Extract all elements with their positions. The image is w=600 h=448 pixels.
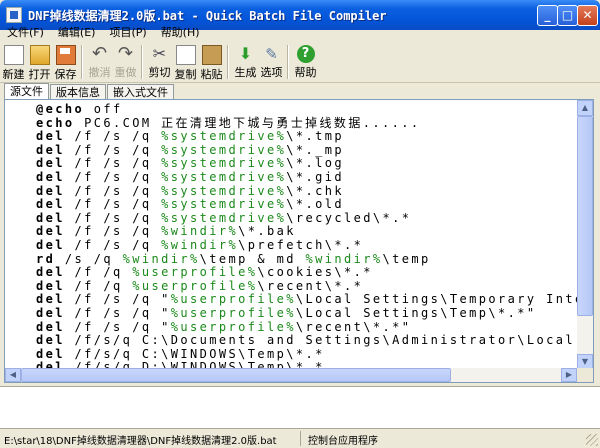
code-line: echo PC6.COM 正在清理地下城与勇士掉线数据...... xyxy=(36,115,421,130)
code-line: del /f/s/q C:\Documents and Settings\Adm… xyxy=(36,333,575,348)
output-pane[interactable] xyxy=(0,386,600,429)
menu-edit[interactable]: 编辑(E) xyxy=(51,24,103,42)
status-bar: E:\star\18\DNF掉线数据清理器\DNF掉线数据清理2.0版.bat … xyxy=(0,428,600,448)
code-line: del /f /s /q %systemdrive%\*.old xyxy=(36,197,344,212)
code-line: del /f /s /q %systemdrive%\*.tmp xyxy=(36,129,344,144)
options-label: 选项 xyxy=(260,66,283,79)
open-button[interactable]: 打开 xyxy=(27,42,52,82)
status-file-path: E:\star\18\DNF掉线数据清理器\DNF掉线数据清理2.0版.bat xyxy=(4,436,277,447)
open-folder-icon xyxy=(29,45,50,65)
new-file-icon xyxy=(3,45,24,65)
code-line: @echo off xyxy=(36,103,123,116)
options-icon: ✎ xyxy=(265,45,278,63)
status-divider xyxy=(300,431,301,446)
tab-source[interactable]: 源文件 xyxy=(4,83,49,100)
save-label: 保存 xyxy=(54,68,77,81)
redo-button[interactable]: ↷ 重做 xyxy=(113,42,138,80)
help-label: 帮助 xyxy=(294,66,317,79)
scrollbar-corner xyxy=(577,368,593,382)
code-line: del /f /s /q %systemdrive%\*.log xyxy=(36,156,344,171)
toolbar-separator xyxy=(227,45,229,79)
resize-grip-icon[interactable] xyxy=(586,434,598,446)
open-label: 打开 xyxy=(28,68,51,81)
cut-button[interactable]: ✂ 剪切 xyxy=(147,42,172,80)
paste-label: 粘贴 xyxy=(200,68,223,81)
code-line: del /f /s /q %systemdrive%\recycled\*.* xyxy=(36,210,412,225)
menu-bar: 文件(F) 编辑(E) 项目(P) 帮助(H) xyxy=(0,24,600,42)
new-button[interactable]: 新建 xyxy=(1,42,26,82)
build-label: 生成 xyxy=(234,66,257,79)
copy-icon xyxy=(175,45,196,65)
code-line: del /f /s /q %systemdrive%\*.gid xyxy=(36,169,344,184)
undo-button[interactable]: ↶ 撤消 xyxy=(87,42,112,80)
app-icon[interactable] xyxy=(6,7,22,23)
copy-button[interactable]: 复制 xyxy=(173,42,198,82)
code-line: del /f /s /q %windir%\prefetch\*.* xyxy=(36,237,364,252)
undo-label: 撤消 xyxy=(88,66,111,79)
menu-file[interactable]: 文件(F) xyxy=(0,24,51,42)
paste-button[interactable]: 粘贴 xyxy=(199,42,224,82)
tab-embedded-files[interactable]: 嵌入式文件 xyxy=(107,84,174,100)
code-line: del /f /s /q "%userprofile%\Local Settin… xyxy=(36,305,537,320)
editor-gutter xyxy=(5,100,32,370)
horizontal-scroll-thumb[interactable] xyxy=(21,368,451,382)
toolbar-separator xyxy=(81,45,83,79)
scroll-up-icon[interactable]: ▲ xyxy=(577,100,593,116)
code-line: del /f /s /q "%userprofile%\Local Settin… xyxy=(36,292,581,307)
vertical-scrollbar[interactable]: ▲ ▼ xyxy=(577,100,593,370)
code-line: del /f /s /q "%userprofile%\recent\*.*" xyxy=(36,319,412,334)
code-editor[interactable]: @echo off echo PC6.COM 正在清理地下城与勇士掉线数据....… xyxy=(4,99,594,383)
code-line: del /f /q %userprofile%\cookies\*.* xyxy=(36,265,373,280)
code-line: del /f /q %userprofile%\recent\*.* xyxy=(36,278,364,293)
paste-icon xyxy=(201,45,222,65)
code-line: del /f /s /q %systemdrive%\*.chk xyxy=(36,183,344,198)
help-icon: ? xyxy=(296,45,315,63)
code-line: del /f /s /q %systemdrive%\*._mp xyxy=(36,142,344,157)
copy-label: 复制 xyxy=(174,68,197,81)
code-line: del /f /s /q %windir%\*.bak xyxy=(36,224,296,239)
close-button[interactable]: ✕ xyxy=(577,5,598,26)
tab-strip: 源文件 版本信息 嵌入式文件 xyxy=(4,83,175,100)
horizontal-scrollbar[interactable]: ◀ ▶ xyxy=(5,368,577,382)
cut-label: 剪切 xyxy=(148,66,171,79)
menu-help[interactable]: 帮助(H) xyxy=(154,24,207,42)
save-button[interactable]: 保存 xyxy=(53,42,78,82)
vertical-scroll-thumb[interactable] xyxy=(577,116,593,316)
code-line: rd /s /q %windir%\temp & md %windir%\tem… xyxy=(36,251,431,266)
code-line: del /f/s/q C:\WINDOWS\Temp\*.* xyxy=(36,346,325,361)
menu-project[interactable]: 项目(P) xyxy=(102,24,153,42)
minimize-button[interactable]: _ xyxy=(537,5,558,26)
maximize-button[interactable]: □ xyxy=(557,5,578,26)
save-disk-icon xyxy=(55,45,76,65)
options-button[interactable]: ✎ 选项 xyxy=(259,42,284,80)
help-button[interactable]: ? 帮助 xyxy=(293,42,318,80)
redo-icon: ↷ xyxy=(117,43,134,64)
toolbar: 新建 打开 保存 ↶ 撤消 ↷ 重做 ✂ 剪切 复制 粘贴 ⬇ 生成 ✎ 选项 … xyxy=(0,42,600,83)
toolbar-separator xyxy=(141,45,143,79)
scroll-left-icon[interactable]: ◀ xyxy=(5,368,21,382)
scroll-right-icon[interactable]: ▶ xyxy=(561,368,577,382)
new-label: 新建 xyxy=(2,68,25,81)
toolbar-separator xyxy=(287,45,289,79)
undo-icon: ↶ xyxy=(91,43,108,64)
tab-version-info[interactable]: 版本信息 xyxy=(50,84,106,100)
build-icon: ⬇ xyxy=(238,44,253,63)
redo-label: 重做 xyxy=(114,66,137,79)
code-area[interactable]: @echo off echo PC6.COM 正在清理地下城与勇士掉线数据....… xyxy=(36,103,581,369)
window-title: DNF掉线数据清理2.0版.bat - Quick Batch File Com… xyxy=(28,9,387,23)
status-app-type: 控制台应用程序 xyxy=(308,436,378,447)
build-button[interactable]: ⬇ 生成 xyxy=(233,42,258,80)
cut-icon: ✂ xyxy=(152,44,167,63)
